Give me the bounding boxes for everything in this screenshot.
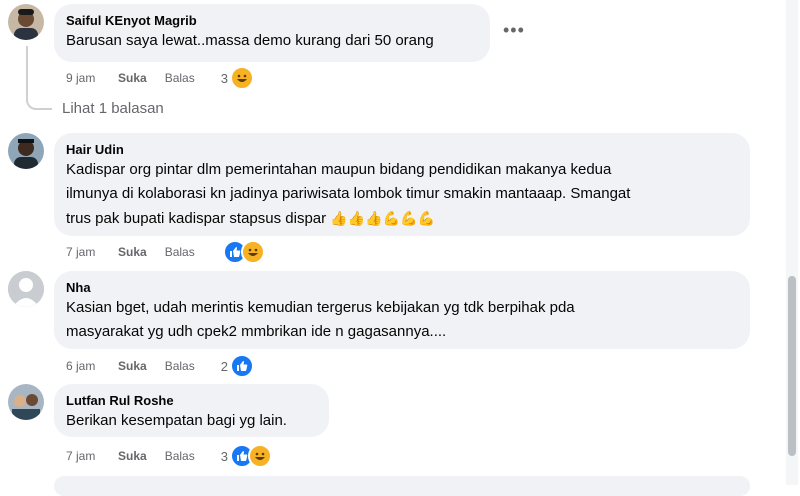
reply-button[interactable]: Balas [165, 71, 195, 85]
like-button[interactable]: Suka [118, 71, 147, 85]
comment-bubble-partial [54, 476, 750, 496]
timestamp[interactable]: 6 jam [66, 359, 118, 373]
comment-author[interactable]: Lutfan Rul Roshe [66, 392, 317, 409]
comment-text: trus pak bupati kadispar stapsus dispar [66, 210, 327, 227]
reply-button[interactable]: Balas [165, 245, 195, 259]
comment-text: Barusan saya lewat..massa demo kurang da… [66, 32, 434, 49]
comment-bubble: Nha Kasian bget, udah merintis kemudian … [54, 271, 750, 349]
comment-meta: 6 jam Suka Balas 2 [66, 354, 254, 378]
comment-meta: 7 jam Suka Balas [66, 240, 265, 264]
avatar[interactable] [8, 271, 44, 307]
haha-reaction-icon [247, 444, 272, 468]
comment-author[interactable]: Nha [66, 279, 738, 296]
comment-text: Berikan kesempatan bagi yg lain. [66, 412, 287, 429]
comment-text-line: masyarakat yg udh cpek2 mmbrikan ide n g… [66, 323, 447, 340]
like-reaction-icon [229, 354, 254, 378]
avatar[interactable] [8, 384, 44, 420]
timestamp[interactable]: 7 jam [66, 449, 118, 463]
comment-bubble: Lutfan Rul Roshe Berikan kesempatan bagi… [54, 384, 329, 437]
timestamp[interactable]: 7 jam [66, 245, 118, 259]
like-button[interactable]: Suka [118, 449, 147, 463]
reply-button[interactable]: Balas [165, 359, 195, 373]
comment-meta: 9 jam Suka Balas 3 [66, 66, 254, 90]
haha-reaction-icon [240, 240, 265, 264]
reaction-count[interactable]: 3 [221, 449, 228, 464]
timestamp[interactable]: 9 jam [66, 71, 118, 85]
thread-line [26, 46, 52, 110]
emoji-text: 👍👍👍💪💪💪 [330, 210, 435, 226]
view-replies-link[interactable]: Lihat 1 balasan [62, 100, 164, 117]
comment-meta: 7 jam Suka Balas 3 [66, 444, 272, 468]
like-button[interactable]: Suka [118, 245, 147, 259]
comment-bubble: Hair Udin Kadispar org pintar dlm pemeri… [54, 133, 750, 236]
comment-text-line: ilmunya di kolaborasi kn jadinya pariwis… [66, 185, 631, 202]
scrollbar-thumb[interactable] [788, 276, 796, 456]
comment-bubble: Saiful KEnyot Magrib Barusan saya lewat.… [54, 4, 490, 62]
reply-button[interactable]: Balas [165, 449, 195, 463]
like-button[interactable]: Suka [118, 359, 147, 373]
comment-text-line: Kasian bget, udah merintis kemudian terg… [66, 299, 575, 316]
avatar[interactable] [8, 133, 44, 169]
comment-text-line: Kadispar org pintar dlm pemerintahan mau… [66, 161, 612, 178]
avatar[interactable] [8, 4, 44, 40]
reaction-count[interactable]: 3 [221, 71, 228, 86]
haha-reaction-icon [229, 66, 254, 90]
comment-text-line: trus pak bupati kadispar stapsus dispar … [66, 206, 738, 231]
comment-author[interactable]: Saiful KEnyot Magrib [66, 12, 478, 29]
more-options-icon[interactable]: ••• [503, 20, 525, 41]
reaction-count[interactable]: 2 [221, 359, 228, 374]
comment-author[interactable]: Hair Udin [66, 141, 738, 158]
